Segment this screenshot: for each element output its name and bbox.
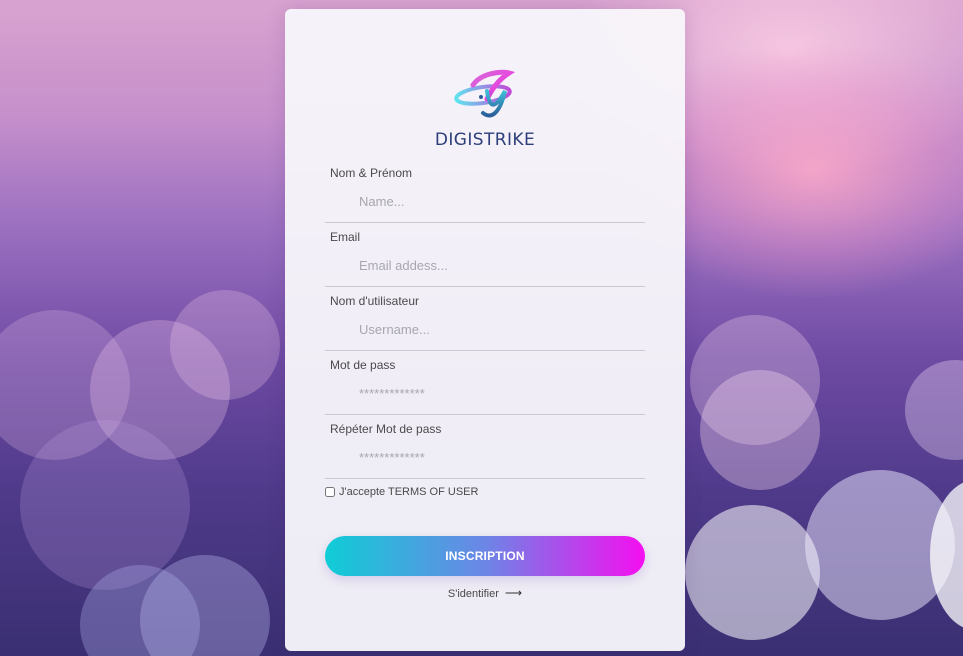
signin-label: S'identifier <box>447 588 499 600</box>
fullname-input[interactable] <box>325 180 645 223</box>
brand-logo: DIGISTRIKE <box>285 69 685 150</box>
arrow-right-icon: ⟶ <box>504 586 523 600</box>
fullname-field: Nom & Prénom <box>325 166 645 230</box>
terms-checkbox[interactable] <box>325 487 335 497</box>
terms-row: J'accepte TERMS OF USER <box>325 486 478 498</box>
bokeh-light <box>905 360 963 460</box>
password-input[interactable] <box>325 372 645 415</box>
username-label: Nom d'utilisateur <box>330 294 419 308</box>
password-label: Mot de pass <box>330 358 396 372</box>
username-input[interactable] <box>325 308 645 351</box>
email-field: Email <box>325 230 645 294</box>
fullname-label: Nom & Prénom <box>330 166 413 180</box>
bokeh-light <box>685 505 820 640</box>
confirm-password-field: Répéter Mot de pass <box>325 422 645 486</box>
terms-label: J'accepte TERMS OF USER <box>339 486 479 498</box>
signup-card: DIGISTRIKE Nom & Prénom Email Nom d'util… <box>285 9 685 651</box>
brand-name: DIGISTRIKE <box>434 130 536 150</box>
confirm-password-label: Répéter Mot de pass <box>330 422 442 436</box>
bokeh-light <box>20 420 190 590</box>
bokeh-light <box>170 290 280 400</box>
password-field: Mot de pass <box>325 358 645 422</box>
confirm-password-input[interactable] <box>325 436 645 479</box>
signin-link[interactable]: S'identifier ⟶ <box>285 586 685 600</box>
inscription-button[interactable]: INSCRIPTION <box>325 536 645 576</box>
email-label: Email <box>330 230 361 244</box>
email-input[interactable] <box>325 244 645 287</box>
orbit-logo-icon <box>285 69 685 127</box>
username-field: Nom d'utilisateur <box>325 294 645 358</box>
bokeh-light <box>700 370 820 490</box>
